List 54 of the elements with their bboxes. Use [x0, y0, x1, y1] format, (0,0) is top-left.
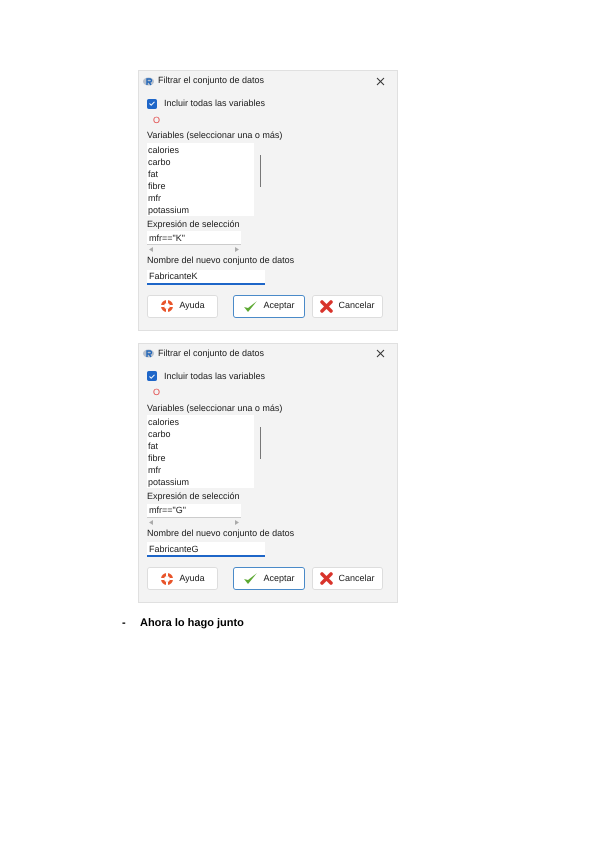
dataset-name-field[interactable]: FabricanteG [147, 542, 265, 557]
paragraph-text: Ahora lo hago junto [140, 616, 244, 631]
list-item[interactable]: carbo [148, 156, 171, 168]
list-item[interactable]: calories [148, 144, 180, 156]
cross-icon [320, 300, 334, 312]
dialog-button[interactable]: Cancelar [312, 294, 383, 318]
list-item[interactable]: fat [148, 440, 158, 452]
r-logo-icon [143, 76, 154, 86]
marker-text: O [153, 114, 160, 126]
expression-label: Expresión de selección [147, 490, 240, 503]
expression-field[interactable]: mfr=="G" [147, 504, 241, 518]
dialog-button[interactable]: Ayuda [147, 567, 218, 590]
checkmark-icon [243, 572, 258, 585]
scrollbar-thumb[interactable] [260, 154, 261, 186]
bullet-marker: - [122, 616, 127, 631]
list-item[interactable]: mfr [148, 464, 161, 476]
expression-field[interactable]: mfr=="K" [147, 231, 241, 245]
list-item[interactable]: fibre [148, 452, 166, 464]
list-item[interactable]: fat [148, 168, 158, 180]
checkbox-label: Incluir todas las variables [164, 370, 266, 382]
checkmark-icon [243, 300, 258, 312]
scroll-left-icon[interactable] [149, 520, 153, 524]
scroll-right-icon[interactable] [235, 247, 239, 252]
close-icon[interactable] [376, 349, 385, 358]
dialog-button[interactable]: Ayuda [147, 294, 218, 318]
marker-text: O [153, 386, 160, 399]
list-item[interactable]: potassium [148, 204, 190, 216]
variables-label: Variables (seleccionar una o más) [147, 402, 282, 415]
scroll-left-icon[interactable] [149, 247, 153, 252]
checkbox[interactable] [147, 371, 157, 382]
window-title: Filtrar el conjunto de datos [158, 346, 264, 360]
r-logo-icon [143, 349, 154, 358]
list-item[interactable]: potassium [148, 476, 190, 488]
scrollbar-thumb[interactable] [260, 427, 261, 459]
window-title: Filtrar el conjunto de datos [158, 74, 264, 88]
list-item[interactable]: calories [148, 416, 180, 428]
cross-icon [320, 572, 334, 585]
dataset-name-field[interactable]: FabricanteK [147, 270, 265, 284]
close-icon[interactable] [376, 76, 385, 86]
lifebuoy-icon [160, 299, 174, 313]
variables-label: Variables (seleccionar una o más) [147, 129, 282, 142]
checkbox[interactable] [147, 98, 157, 109]
list-item[interactable]: carbo [148, 428, 171, 440]
scroll-right-icon[interactable] [235, 520, 239, 524]
dataset-name-label: Nombre del nuevo conjunto de datos [147, 526, 294, 540]
list-item[interactable]: fibre [148, 180, 166, 192]
list-item[interactable]: mfr [148, 192, 161, 204]
dialog-button[interactable]: Aceptar [233, 294, 305, 318]
dialog-button[interactable]: Aceptar [233, 567, 305, 590]
dataset-name-label: Nombre del nuevo conjunto de datos [147, 254, 294, 267]
dialog-button[interactable]: Cancelar [312, 567, 383, 590]
expression-label: Expresión de selección [147, 218, 240, 231]
checkbox-label: Incluir todas las variables [164, 97, 266, 110]
lifebuoy-icon [160, 572, 174, 586]
